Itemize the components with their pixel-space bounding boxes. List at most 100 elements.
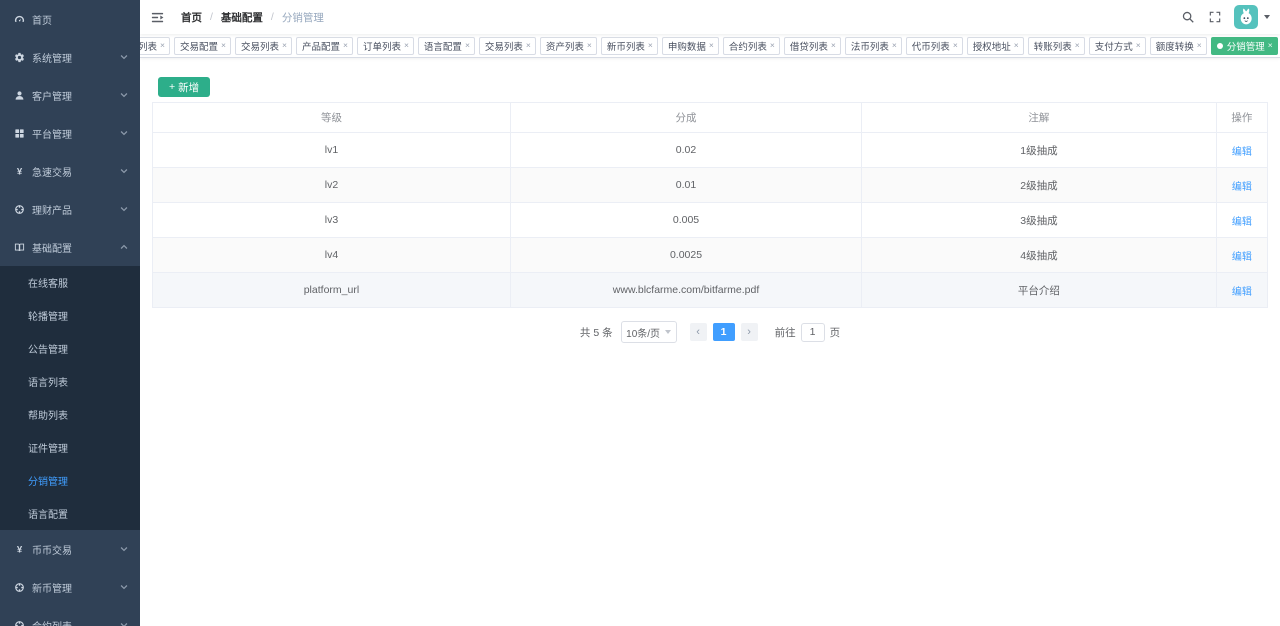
cell-level: lv1 [153, 133, 511, 168]
sidebar-item-label: 首页 [32, 12, 52, 27]
sidebar-item[interactable]: ¥币币交易 [0, 530, 140, 568]
sidebar-item[interactable]: ¥急速交易 [0, 152, 140, 190]
sidebar-item[interactable]: 系统管理 [0, 38, 140, 76]
tab[interactable]: 额度转换× [1150, 37, 1207, 55]
cell-operation: 编辑 [1216, 203, 1267, 238]
tab-close-icon[interactable]: × [831, 41, 836, 50]
cell-share: 0.01 [510, 168, 861, 203]
edit-link[interactable]: 编辑 [1232, 182, 1252, 193]
breadcrumb-item[interactable]: 基础配置 [221, 10, 263, 25]
avatar[interactable] [1234, 5, 1258, 29]
hamburger-icon[interactable] [150, 10, 165, 25]
edit-link[interactable]: 编辑 [1232, 287, 1252, 298]
cell-operation: 编辑 [1216, 168, 1267, 203]
cell-note: 平台介绍 [862, 273, 1217, 308]
tab-close-icon[interactable]: × [1197, 41, 1202, 50]
tab-close-icon[interactable]: × [526, 41, 531, 50]
tab[interactable]: 新币列表× [601, 37, 658, 55]
next-page-button[interactable]: › [741, 323, 758, 341]
sidebar-subitem[interactable]: 语言列表 [0, 365, 140, 398]
tab[interactable]: 代币列表× [906, 37, 963, 55]
tab-close-icon[interactable]: × [1136, 41, 1141, 50]
tab-label: 分销管理 [1227, 39, 1265, 53]
tab[interactable]: 授权地址× [967, 37, 1024, 55]
page-number-active[interactable]: 1 [713, 323, 735, 341]
tab[interactable]: 申购数据× [662, 37, 719, 55]
tab[interactable]: 转账列表× [1028, 37, 1085, 55]
sidebar-item[interactable]: 理财产品 [0, 190, 140, 228]
tab-close-icon[interactable]: × [953, 41, 958, 50]
tab-close-icon[interactable]: × [648, 41, 653, 50]
tab-active[interactable]: 分销管理× [1211, 37, 1278, 55]
sidebar-subitem[interactable]: 证件管理 [0, 431, 140, 464]
sidebar-subitem[interactable]: 帮助列表 [0, 398, 140, 431]
tab[interactable]: 支付方式× [1089, 37, 1146, 55]
edit-link[interactable]: 编辑 [1232, 217, 1252, 228]
tab-close-icon[interactable]: × [465, 41, 470, 50]
tab-label: 交易列表 [241, 39, 279, 53]
chevron-down-icon [119, 128, 129, 138]
sidebar-item[interactable]: 平台管理 [0, 114, 140, 152]
page-size-select[interactable]: 10条/页 [621, 321, 677, 343]
tab-close-icon[interactable]: × [1075, 41, 1080, 50]
tab[interactable]: 借贷列表× [784, 37, 841, 55]
sidebar-item[interactable]: 客户管理 [0, 76, 140, 114]
sidebar-item[interactable]: 首页 [0, 0, 140, 38]
tab-close-icon[interactable]: × [160, 41, 165, 50]
tab-close-icon[interactable]: × [770, 41, 775, 50]
tab[interactable]: 法币列表× [845, 37, 902, 55]
table-row: platform_urlwww.blcfarme.com/bitfarme.pd… [153, 273, 1268, 308]
tab-close-icon[interactable]: × [343, 41, 348, 50]
cell-share: 0.02 [510, 133, 861, 168]
search-icon[interactable] [1181, 10, 1195, 24]
sidebar-subitem[interactable]: 语言配置 [0, 497, 140, 530]
chevron-down-icon [119, 544, 129, 554]
tab[interactable]: 产品配置× [296, 37, 353, 55]
table-column-header: 分成 [510, 103, 861, 133]
sidebar-subitem[interactable]: 公告管理 [0, 332, 140, 365]
page-size-value: 10条/页 [626, 325, 660, 340]
sidebar-subitem-active[interactable]: 分销管理 [0, 464, 140, 497]
tab[interactable]: 资产列表× [540, 37, 597, 55]
chevron-down-icon[interactable] [1264, 15, 1270, 19]
tab[interactable]: 列表× [140, 37, 170, 55]
tab-close-icon[interactable]: × [1268, 41, 1273, 50]
breadcrumb-item[interactable]: 首页 [181, 10, 202, 25]
sidebar-item[interactable]: 基础配置 [0, 228, 140, 266]
sidebar-item[interactable]: 合约列表 [0, 606, 140, 626]
prev-page-button[interactable]: ‹ [690, 323, 707, 341]
sidebar-item[interactable]: 新币管理 [0, 568, 140, 606]
goto-page-input[interactable] [801, 323, 825, 342]
sidebar-item-label: 币币交易 [32, 542, 72, 557]
sidebar-subitem[interactable]: 在线客服 [0, 266, 140, 299]
cell-note: 4级抽成 [862, 238, 1217, 273]
tab-close-icon[interactable]: × [892, 41, 897, 50]
tab-close-icon[interactable]: × [587, 41, 592, 50]
total-count: 共 5 条 [580, 325, 613, 340]
book-icon [13, 241, 25, 253]
tab-label: 借贷列表 [790, 39, 828, 53]
cell-level: lv4 [153, 238, 511, 273]
tab[interactable]: 合约列表× [723, 37, 780, 55]
tab-close-icon[interactable]: × [282, 41, 287, 50]
sidebar-item-label: 急速交易 [32, 164, 72, 179]
tab[interactable]: 交易列表× [479, 37, 536, 55]
user-icon [13, 89, 25, 101]
fullscreen-icon[interactable] [1208, 10, 1222, 24]
tab[interactable]: 交易配置× [174, 37, 231, 55]
tab-close-icon[interactable]: × [1014, 41, 1019, 50]
tab[interactable]: 语言配置× [418, 37, 475, 55]
tab-close-icon[interactable]: × [404, 41, 409, 50]
cell-share: www.blcfarme.com/bitfarme.pdf [510, 273, 861, 308]
sidebar-subitem[interactable]: 轮播管理 [0, 299, 140, 332]
tab-label: 列表 [140, 39, 157, 53]
tab[interactable]: 交易列表× [235, 37, 292, 55]
edit-link[interactable]: 编辑 [1232, 252, 1252, 263]
table-row: lv10.021级抽成编辑 [153, 133, 1268, 168]
add-button[interactable]: + 新增 [158, 77, 210, 97]
tab[interactable]: 订单列表× [357, 37, 414, 55]
tab-close-icon[interactable]: × [709, 41, 714, 50]
cell-level: lv2 [153, 168, 511, 203]
edit-link[interactable]: 编辑 [1232, 147, 1252, 158]
tab-close-icon[interactable]: × [221, 41, 226, 50]
